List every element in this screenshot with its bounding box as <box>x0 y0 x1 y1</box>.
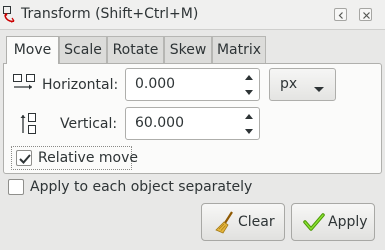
vertical-label: Vertical: <box>60 116 118 132</box>
clear-label: Clear <box>238 214 275 230</box>
relative-move-checkbox[interactable] <box>16 150 32 166</box>
tab-skew[interactable]: Skew <box>164 36 212 63</box>
tab-rotate[interactable]: Rotate <box>107 36 164 63</box>
broom-icon <box>215 211 237 239</box>
relative-move-toggle[interactable]: Relative move <box>11 146 138 170</box>
horizontal-label: Horizontal: <box>42 77 119 93</box>
transform-notebook: Move Scale Rotate Skew Matrix Horizontal… <box>3 36 382 174</box>
vertical-value: 60.000 <box>135 115 184 131</box>
horizontal-move-icon <box>12 73 38 97</box>
transform-icon <box>2 5 20 23</box>
tab-scale[interactable]: Scale <box>59 36 107 63</box>
apply-label: Apply <box>328 214 368 230</box>
transform-dialog: Transform (Shift+Ctrl+M) Move Scale Rota… <box>0 0 385 250</box>
restore-icon[interactable] <box>334 8 347 21</box>
horizontal-spinbutton[interactable]: 0.000 <box>125 68 260 101</box>
move-page: Horizontal: 0.000 px Vertical: 60.000 Re… <box>3 63 382 174</box>
relative-move-label: Relative move <box>38 150 139 166</box>
unit-selected: px <box>280 76 298 92</box>
tab-matrix[interactable]: Matrix <box>212 36 266 63</box>
apply-separately-checkbox[interactable] <box>8 179 24 195</box>
vertical-move-icon <box>19 112 39 142</box>
title-bar[interactable]: Transform (Shift+Ctrl+M) <box>0 0 385 30</box>
apply-button[interactable]: Apply <box>291 203 375 241</box>
checkmark-icon <box>303 212 325 236</box>
chevron-down-icon <box>313 82 325 98</box>
unit-dropdown[interactable]: px <box>269 68 336 101</box>
horizontal-value: 0.000 <box>135 76 176 92</box>
window-title: Transform (Shift+Ctrl+M) <box>21 6 199 22</box>
vertical-stepper-icon[interactable] <box>243 111 255 137</box>
apply-separately-label[interactable]: Apply to each object separately <box>30 179 252 195</box>
horizontal-stepper-icon[interactable] <box>243 72 255 98</box>
close-icon[interactable] <box>359 8 372 21</box>
tab-move[interactable]: Move <box>6 36 59 64</box>
clear-button[interactable]: Clear <box>201 203 285 241</box>
vertical-spinbutton[interactable]: 60.000 <box>125 107 260 140</box>
